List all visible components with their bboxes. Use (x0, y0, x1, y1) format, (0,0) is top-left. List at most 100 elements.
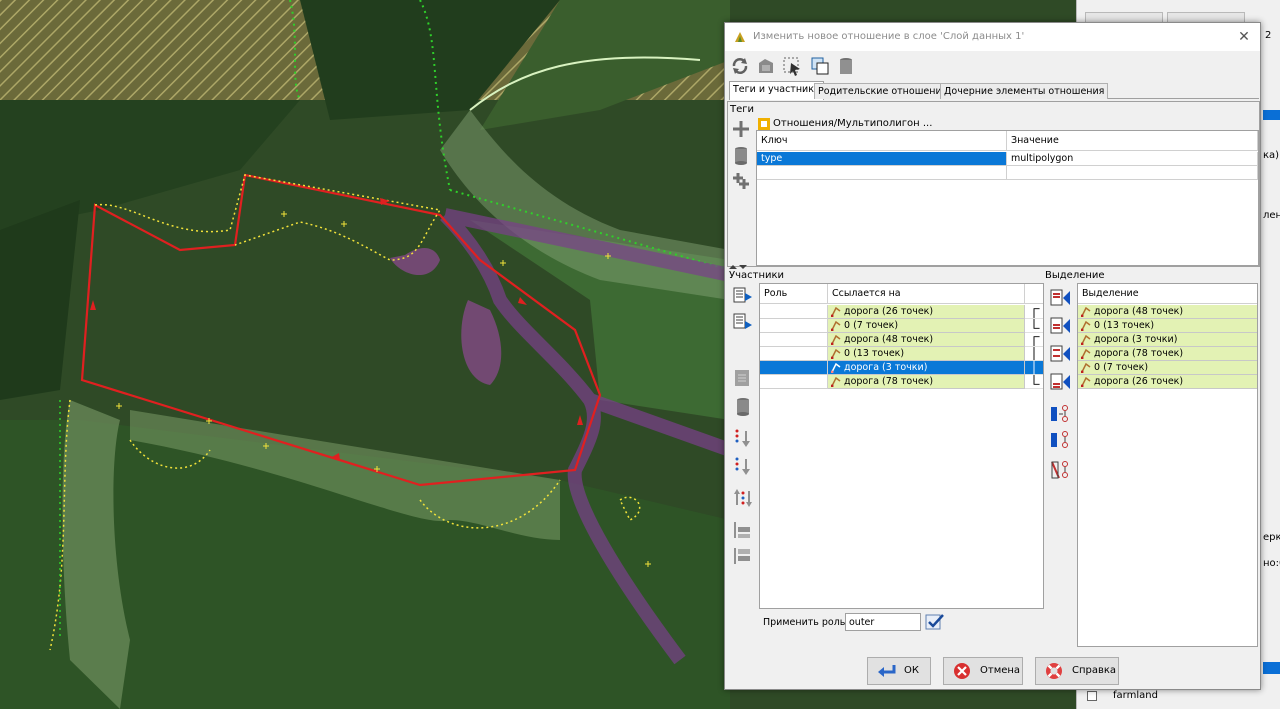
tag-value-cell[interactable]: multipolygon (1007, 152, 1258, 166)
member-ref-label: 0 (13 точек) (844, 348, 905, 359)
role-input[interactable] (845, 613, 921, 631)
member-ref[interactable]: дорога (26 точек) (828, 305, 1025, 319)
member-ref[interactable]: 0 (13 точек) (828, 347, 1025, 361)
help-label: Справка (1072, 665, 1117, 676)
tags-table[interactable]: Ключ Значение type multipolygon (756, 130, 1259, 266)
linkage-marker (1025, 375, 1043, 389)
member-ref[interactable]: дорога (78 точек) (828, 375, 1025, 389)
member-role[interactable] (760, 347, 828, 361)
cancel-icon (954, 663, 970, 679)
add-selection-first-icon[interactable] (1050, 287, 1072, 309)
column-header-role[interactable]: Роль (760, 284, 828, 304)
layer-name: farmland (1113, 690, 1158, 701)
member-role[interactable] (760, 333, 828, 347)
member-role[interactable] (760, 361, 828, 375)
column-header-refers-to[interactable]: Ссылается на (828, 284, 1025, 304)
apply-role-button[interactable] (925, 613, 945, 631)
preset-icon (758, 118, 770, 130)
delete-tag-icon[interactable] (730, 144, 752, 166)
member-role[interactable] (760, 319, 828, 333)
member-row[interactable]: 0 (7 точек) (760, 319, 1043, 333)
way-icon (1081, 349, 1091, 359)
member-row[interactable]: дорога (48 точек) (760, 333, 1043, 347)
move-down-end-icon[interactable] (732, 455, 754, 477)
way-icon (831, 349, 841, 359)
selection-row[interactable]: 0 (13 точек) (1078, 319, 1257, 333)
select-in-list-icon[interactable] (1050, 403, 1072, 425)
member-ref[interactable]: 0 (7 точек) (828, 319, 1025, 333)
help-button[interactable]: Справка (1035, 657, 1119, 685)
remove-all-icon[interactable] (1050, 459, 1072, 481)
duplicate-relation-icon[interactable] (809, 55, 831, 77)
delete-relation-icon[interactable] (835, 55, 857, 77)
column-header-value[interactable]: Значение (1007, 131, 1258, 151)
way-icon (831, 335, 841, 345)
strip-fragment-4: но:0 (1263, 558, 1280, 569)
remove-selected-icon[interactable] (1050, 429, 1072, 451)
tab-child-relations[interactable]: Дочерние элементы отношения (940, 83, 1109, 99)
column-header-key[interactable]: Ключ (757, 131, 1007, 151)
close-button[interactable]: ✕ (1234, 27, 1254, 47)
strip-fragment-2: лен (1263, 210, 1280, 221)
ok-button[interactable]: ОК (867, 657, 931, 685)
selection-row[interactable]: дорога (78 точек) (1078, 347, 1257, 361)
sort-members-icon[interactable] (732, 487, 754, 509)
refresh-icon[interactable] (729, 55, 751, 77)
apply-relation-icon[interactable] (755, 55, 777, 77)
close-icon: ✕ (1238, 29, 1250, 45)
member-row[interactable]: дорога (26 точек) (760, 305, 1043, 319)
selection-row[interactable]: дорога (26 точек) (1078, 375, 1257, 389)
add-selection-last-icon[interactable] (1050, 371, 1072, 393)
tab-parent-relations[interactable]: Родительские отношения (814, 83, 952, 99)
reverse-members-icon[interactable] (732, 545, 754, 567)
layer-checkbox[interactable] (1087, 691, 1097, 701)
dialog-title: Изменить новое отношение в слое 'Слой да… (753, 31, 1025, 42)
linkage-marker (1025, 319, 1043, 333)
select-members-icon[interactable] (781, 55, 803, 77)
member-row-selected[interactable]: дорога (3 точки) (760, 361, 1043, 375)
tag-key-cell-empty[interactable] (757, 166, 1007, 180)
move-down-icon[interactable] (732, 427, 754, 449)
tab-tags-and-members[interactable]: Теги и участники (729, 81, 825, 100)
member-role[interactable] (760, 375, 828, 389)
title-bar[interactable]: Изменить новое отношение в слое 'Слой да… (725, 23, 1260, 51)
preset-link[interactable]: Отношения/Мультиполигон ... (773, 118, 932, 129)
delete-member-icon[interactable] (732, 395, 754, 417)
add-selection-before-icon[interactable] (1050, 315, 1072, 337)
selection-table[interactable]: Выделение дорога (48 точек) 0 (13 точек)… (1077, 283, 1258, 647)
help-lifebuoy-icon (1046, 663, 1062, 679)
strip-selection-bottom (1263, 662, 1280, 674)
add-tag-icon[interactable] (730, 118, 752, 140)
selection-section-label: Выделение (1045, 270, 1105, 281)
tag-key-cell[interactable]: type (757, 152, 1007, 166)
member-ref-label: дорога (26 точек) (844, 306, 934, 317)
member-row[interactable]: 0 (13 точек) (760, 347, 1043, 361)
cancel-label: Отмена (980, 665, 1021, 676)
selection-row[interactable]: 0 (7 точек) (1078, 361, 1257, 375)
paste-tags-icon[interactable] (730, 170, 752, 192)
column-header-selection[interactable]: Выделение (1078, 284, 1257, 304)
member-row[interactable]: дорога (78 точек) (760, 375, 1043, 389)
linkage-marker (1025, 305, 1043, 319)
apply-role-label: Применить роль: (763, 617, 849, 628)
member-ref-label: 0 (7 точек) (844, 320, 899, 331)
add-selected-first-icon[interactable] (732, 285, 754, 307)
edit-member-icon[interactable] (732, 367, 754, 389)
add-selected-after-icon[interactable] (732, 311, 754, 333)
way-icon (831, 363, 841, 373)
selection-row-label: дорога (48 точек) (1094, 306, 1184, 317)
member-ref-label: дорога (48 точек) (844, 334, 934, 345)
member-role[interactable] (760, 305, 828, 319)
add-selection-after-icon[interactable] (1050, 343, 1072, 365)
sort-below-icon[interactable] (732, 519, 754, 541)
selection-row[interactable]: дорога (48 точек) (1078, 305, 1257, 319)
tag-value-cell-empty[interactable] (1007, 166, 1258, 180)
members-table[interactable]: Роль Ссылается на дорога (26 точек) 0 (7… (759, 283, 1044, 609)
column-header-linkage[interactable] (1025, 284, 1043, 304)
selection-row[interactable]: дорога (3 точки) (1078, 333, 1257, 347)
cancel-button[interactable]: Отмена (943, 657, 1023, 685)
selection-row-label: дорога (3 точки) (1094, 334, 1178, 345)
way-icon (831, 307, 841, 317)
member-ref[interactable]: дорога (3 точки) (828, 361, 1025, 375)
member-ref[interactable]: дорога (48 точек) (828, 333, 1025, 347)
